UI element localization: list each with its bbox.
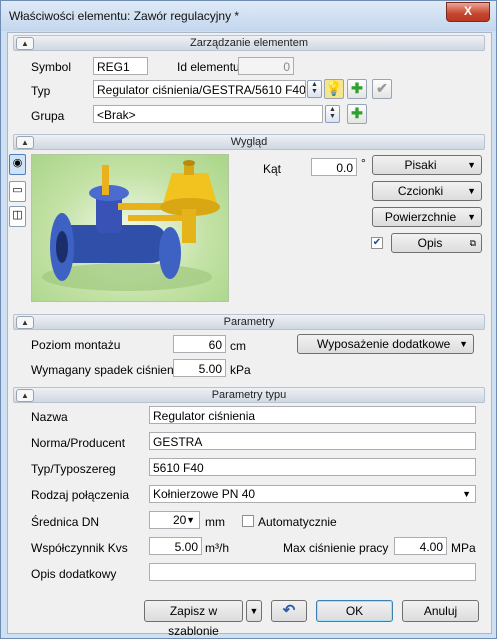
type-label: Typ — [31, 84, 51, 98]
valve-illustration — [42, 160, 220, 291]
section-type-parameters-header[interactable]: ▲ Parametry typu — [13, 387, 485, 403]
mount-level-input[interactable]: 60 — [173, 335, 226, 353]
cube-icon[interactable]: ◫ — [9, 206, 26, 227]
symbol-label: Symbol — [31, 60, 72, 74]
angle-unit: ° — [361, 156, 366, 170]
section-title: Parametry — [223, 316, 275, 328]
add-group-button[interactable]: ✚ — [347, 104, 367, 124]
element-preview-image — [31, 154, 229, 302]
section-title: Zarządzanie elementem — [189, 37, 308, 49]
description-label: Opis — [417, 236, 443, 250]
connection-select[interactable]: Kołnierzowe PN 40 ▼ — [149, 485, 476, 503]
series-input[interactable]: 5610 F40 — [149, 458, 476, 476]
mount-level-unit: cm — [230, 339, 246, 353]
surfaces-button[interactable]: Powierzchnie ▼ — [372, 207, 482, 227]
max-pressure-input[interactable]: 4.00 — [394, 537, 447, 555]
max-pressure-unit: MPa — [451, 541, 476, 555]
pressure-drop-label: Wymagany spadek ciśnienia — [31, 363, 183, 377]
folder-icon[interactable]: ▭ — [9, 181, 26, 202]
kvs-label: Współczynnik Kvs — [31, 541, 128, 555]
description-button[interactable]: Opis ⧉ — [391, 233, 482, 253]
group-spin-icon[interactable]: ▲ ▼ — [325, 105, 340, 123]
chevron-down-icon: ▼ — [186, 515, 195, 525]
connection-value: Kołnierzowe PN 40 — [153, 487, 256, 501]
id-field: 0 — [238, 57, 294, 75]
chevron-down-icon: ▼ — [462, 489, 471, 499]
add-type-button[interactable]: ✚ — [347, 79, 367, 99]
window-title: Właściwości elementu: Zawór regulacyjny … — [9, 9, 240, 23]
extra-description-label: Opis dodatkowy — [31, 567, 117, 581]
pens-label: Pisaki — [404, 158, 437, 172]
extra-description-input[interactable] — [149, 563, 476, 581]
pens-button[interactable]: Pisaki ▼ — [372, 155, 482, 175]
chevron-down-icon: ▼ — [467, 160, 476, 170]
apply-icon[interactable]: ✔ — [372, 79, 392, 99]
series-label: Typ/Typoszereg — [31, 462, 116, 476]
pressure-drop-unit: kPa — [230, 363, 251, 377]
dn-label: Średnica DN — [31, 515, 100, 529]
auto-label: Automatycznie — [258, 515, 337, 529]
id-label: Id elementu — [177, 60, 240, 74]
kvs-input[interactable]: 5.00 — [149, 537, 202, 555]
symbol-input[interactable]: REG1 — [93, 57, 148, 75]
name-label: Nazwa — [31, 410, 68, 424]
type-spin-icon[interactable]: ▲ ▼ — [307, 80, 322, 98]
lamp-icon[interactable]: 💡 — [324, 79, 344, 99]
dn-unit: mm — [205, 515, 225, 529]
norm-input[interactable]: GESTRA — [149, 432, 476, 450]
cancel-button[interactable]: Anuluj — [402, 600, 479, 622]
name-input[interactable]: Regulator ciśnienia — [149, 406, 476, 424]
additional-equipment-button[interactable]: Wyposażenie dodatkowe ▼ — [297, 334, 474, 354]
properties-dialog: Właściwości elementu: Zawór regulacyjny … — [0, 0, 497, 639]
group-label: Grupa — [31, 109, 65, 123]
fonts-button[interactable]: Czcionki ▼ — [372, 181, 482, 201]
norm-label: Norma/Producent — [31, 436, 126, 450]
mount-level-label: Poziom montażu — [31, 338, 121, 352]
save-template-button[interactable]: Zapisz w szablonie — [144, 600, 243, 638]
section-parameters-header[interactable]: ▲ Parametry — [13, 314, 485, 330]
chevron-down-icon: ▼ — [467, 186, 476, 196]
section-management-header[interactable]: ▲ Zarządzanie elementem — [13, 35, 485, 51]
kvs-unit: m³/h — [205, 541, 229, 555]
undo-icon[interactable]: ↶ — [271, 600, 307, 622]
section-title: Parametry typu — [211, 389, 287, 401]
ok-button[interactable]: OK — [316, 600, 393, 622]
angle-input[interactable]: 0.0 — [311, 158, 357, 176]
fonts-label: Czcionki — [397, 184, 444, 198]
type-input[interactable]: Regulator ciśnienia/GESTRA/5610 F40/DN — [93, 80, 306, 98]
max-pressure-label: Max ciśnienie pracy — [283, 541, 389, 555]
equipment-label: Wyposażenie dodatkowe — [317, 337, 451, 351]
camera-icon[interactable]: ◉ — [9, 154, 26, 175]
section-title: Wygląd — [230, 136, 268, 148]
dn-value: 20 — [173, 513, 187, 527]
auto-checkbox[interactable] — [242, 515, 254, 527]
description-checkbox[interactable]: ✔ — [371, 237, 383, 249]
popout-icon: ⧉ — [469, 238, 476, 248]
surfaces-label: Powierzchnie — [384, 210, 457, 224]
close-button[interactable]: X — [446, 2, 490, 22]
connection-label: Rodzaj połączenia — [31, 488, 130, 502]
angle-label: Kąt — [263, 162, 282, 176]
template-dropdown-icon[interactable]: ▼ — [246, 600, 262, 622]
group-input[interactable]: <Brak> — [93, 105, 323, 123]
section-appearance-header[interactable]: ▲ Wygląd — [13, 134, 485, 150]
title-bar[interactable]: Właściwości elementu: Zawór regulacyjny … — [1, 1, 496, 31]
pressure-drop-input[interactable]: 5.00 — [173, 359, 226, 377]
chevron-down-icon: ▼ — [467, 212, 476, 222]
dn-select[interactable]: 20 ▼ — [149, 511, 200, 529]
chevron-down-icon: ▼ — [459, 339, 468, 349]
